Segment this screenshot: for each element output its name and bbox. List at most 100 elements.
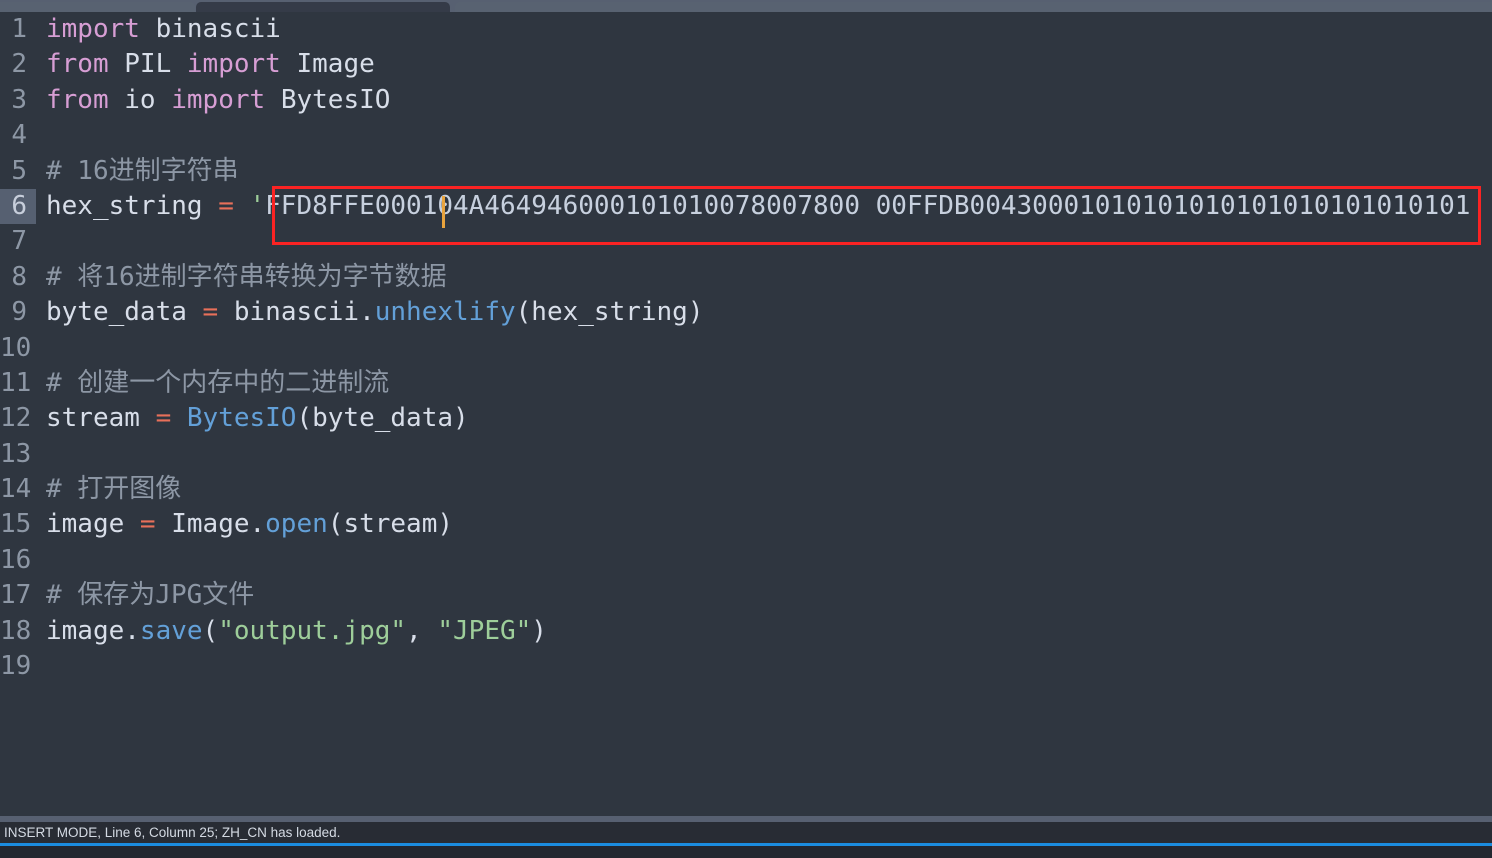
code-line-content[interactable]: image.save("output.jpg", "JPEG") xyxy=(46,614,547,649)
token-name: binascii. xyxy=(218,297,375,328)
code-line-content[interactable]: # 16进制字符串 xyxy=(46,154,239,189)
tab-inactive-left[interactable] xyxy=(0,2,195,12)
code-line[interactable]: 10 xyxy=(0,331,1492,366)
token-fn: open xyxy=(265,509,328,540)
code-line[interactable]: 19 xyxy=(0,649,1492,684)
code-line[interactable]: 9 byte_data = binascii.unhexlify(hex_stri… xyxy=(0,295,1492,330)
code-line-content[interactable]: image = Image.open(stream) xyxy=(46,507,453,542)
token-comment: # 16进制字符串 xyxy=(46,155,239,186)
line-number: 17 xyxy=(0,580,32,611)
token-kw: import xyxy=(171,84,266,115)
code-line[interactable]: 7 xyxy=(0,224,1492,259)
token-op: = xyxy=(202,297,219,328)
code-line-content[interactable]: import binascii xyxy=(46,12,281,47)
editor-window: 1 import binascii 2 from PIL import Image 3 f… xyxy=(0,0,1492,858)
tab-active[interactable] xyxy=(196,2,450,12)
token-name: PIL xyxy=(108,49,187,80)
token-kw: from xyxy=(46,84,109,115)
token-comment: # 将16进制字符串转换为字节数据 xyxy=(46,261,447,292)
code-line[interactable]: 4 xyxy=(0,118,1492,153)
token-name: stream xyxy=(46,403,156,434)
token-op: = xyxy=(218,190,234,221)
token-str: "output.jpg" xyxy=(218,615,407,646)
code-line-content[interactable]: from io import BytesIO xyxy=(46,83,390,118)
token-comment: # 保存为JPG文件 xyxy=(46,580,255,611)
code-line[interactable]: 8 # 将16进制字符串转换为字节数据 xyxy=(0,260,1492,295)
line-number: 19 xyxy=(0,651,32,682)
token-hex: FFD8FFE000104A464946000101010078007800 0… xyxy=(265,190,1471,221)
code-line[interactable]: 3 from io import BytesIO xyxy=(0,83,1492,118)
line-number: 5 xyxy=(11,155,27,186)
token-name: hex_string xyxy=(46,190,219,221)
code-line[interactable]: 1 import binascii xyxy=(0,12,1492,47)
token-punct: ( xyxy=(202,615,219,646)
code-line-content[interactable]: stream = BytesIO(byte_data) xyxy=(46,401,469,436)
token-name: Image xyxy=(280,49,375,80)
line-number: 14 xyxy=(0,474,32,505)
token-name: binascii xyxy=(139,14,281,44)
code-line-content[interactable]: # 打开图像 xyxy=(46,472,181,507)
code-line[interactable]: 11 # 创建一个内存中的二进制流 xyxy=(0,366,1492,401)
code-line-content[interactable]: hex_string = 'FFD8FFE000104A464946000101… xyxy=(46,189,1470,224)
line-number: 7 xyxy=(11,226,27,257)
line-number: 13 xyxy=(0,438,32,469)
code-line-content[interactable]: # 将16进制字符串转换为字节数据 xyxy=(46,260,447,295)
token-fn: save xyxy=(139,615,203,646)
token-str: ' xyxy=(233,190,266,221)
line-number: 16 xyxy=(0,544,32,575)
token-punct: , xyxy=(406,615,438,646)
token-punct: ( xyxy=(515,297,532,328)
code-line[interactable]: 13 xyxy=(0,437,1492,472)
code-line-content[interactable]: from PIL import Image xyxy=(46,47,375,82)
status-bar: INSERT MODE, Line 6, Column 25; ZH_CN ha… xyxy=(0,822,1492,844)
line-number: 8 xyxy=(11,261,27,292)
code-editor[interactable]: 1 import binascii 2 from PIL import Image 3 f… xyxy=(0,12,1492,816)
line-number: 11 xyxy=(0,367,32,398)
code-line[interactable]: 12 stream = BytesIO(byte_data) xyxy=(0,401,1492,436)
text-caret xyxy=(442,196,445,228)
tab-strip[interactable] xyxy=(0,0,1492,12)
token-op: = xyxy=(139,509,156,540)
line-number: 2 xyxy=(11,49,27,80)
token-name: image xyxy=(46,509,140,540)
token-punct: ( xyxy=(327,509,344,540)
token-punct: ) xyxy=(437,509,454,540)
tab-inactive-right[interactable] xyxy=(455,2,1492,12)
token-name: BytesIO xyxy=(265,84,391,115)
code-line-content[interactable]: # 创建一个内存中的二进制流 xyxy=(46,366,389,401)
token-name: byte_data xyxy=(312,403,454,434)
code-line[interactable]: 17 # 保存为JPG文件 xyxy=(0,578,1492,613)
code-line-content[interactable]: byte_data = binascii.unhexlify(hex_strin… xyxy=(46,295,704,330)
token-name: stream xyxy=(343,509,438,540)
token-name: hex_string xyxy=(531,297,688,328)
token-name: io xyxy=(108,84,172,115)
token-kw: from xyxy=(46,49,109,80)
line-number: 6 xyxy=(0,188,36,225)
token-comment: # 打开图像 xyxy=(46,474,182,505)
code-line[interactable]: 14 # 打开图像 xyxy=(0,472,1492,507)
code-line[interactable]: 18 image.save("output.jpg", "JPEG") xyxy=(0,614,1492,649)
token-punct: ) xyxy=(531,615,547,646)
code-line[interactable]: 15 image = Image.open(stream) xyxy=(0,507,1492,542)
token-punct: ) xyxy=(687,297,704,328)
code-line-content[interactable]: # 保存为JPG文件 xyxy=(46,578,254,613)
code-text-area[interactable]: 1 import binascii 2 from PIL import Image 3 f… xyxy=(0,12,1492,816)
token-cls: BytesIO xyxy=(186,403,297,434)
code-line[interactable]: 6 hex_string = 'FFD8FFE000104A46494600010… xyxy=(0,188,1492,225)
code-line[interactable]: 2 from PIL import Image xyxy=(0,47,1492,82)
line-number: 1 xyxy=(11,14,27,44)
token-kw: import xyxy=(46,14,140,44)
token-fn: unhexlify xyxy=(374,297,516,328)
horizontal-scrollbar-track[interactable] xyxy=(0,846,1492,858)
token-comment: # 创建一个内存中的二进制流 xyxy=(46,367,390,398)
token-kw: import xyxy=(186,49,281,80)
token-name xyxy=(171,403,187,433)
token-op: = xyxy=(155,403,172,434)
token-str: "JPEG" xyxy=(437,615,532,646)
code-line[interactable]: 16 xyxy=(0,543,1492,578)
token-name: Image. xyxy=(155,509,266,540)
token-name: byte_data xyxy=(46,297,203,328)
code-line[interactable]: 5 # 16进制字符串 xyxy=(0,154,1492,189)
line-number: 4 xyxy=(11,120,27,151)
token-name: image. xyxy=(46,615,140,646)
